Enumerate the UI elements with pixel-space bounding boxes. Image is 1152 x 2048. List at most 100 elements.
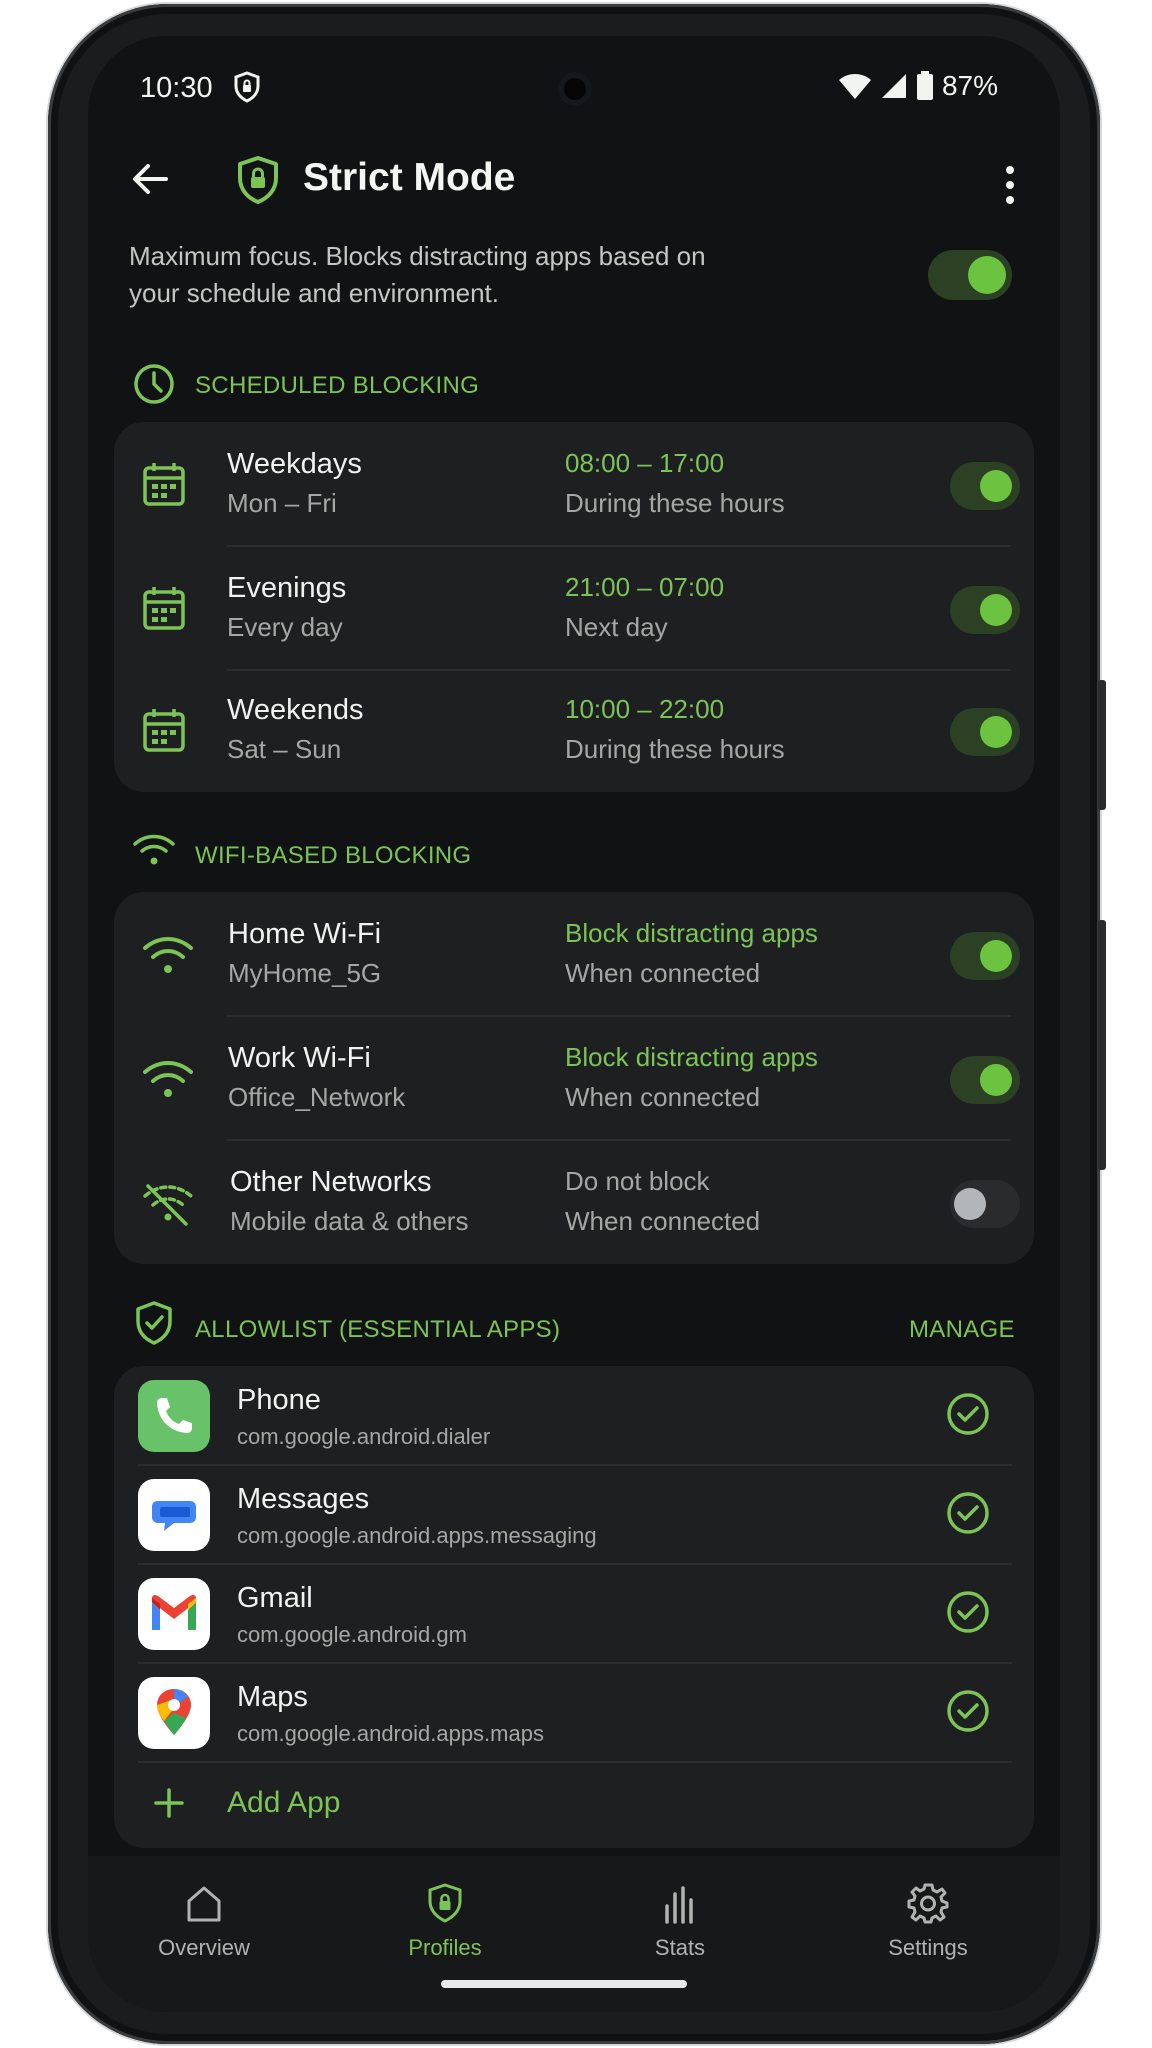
cell-signal-icon [881, 74, 906, 98]
check-circle-icon [947, 1690, 989, 1732]
wifi-icon [133, 834, 175, 865]
wifi-title: Home Wi-Fi [228, 918, 382, 950]
calendar-icon [143, 587, 185, 630]
wifi-toggle[interactable] [950, 932, 1020, 980]
shield-check-icon [136, 1301, 172, 1345]
wifi-signal-icon [838, 74, 871, 99]
app-row-maps[interactable]: Maps com.google.android.apps.maps [114, 1663, 1034, 1761]
nav-profiles[interactable]: Profiles [355, 1856, 535, 1961]
wifi-row-other[interactable]: Other Networks Mobile data & others Do n… [114, 1140, 1034, 1264]
app-row-phone[interactable]: Phone com.google.android.dialer [114, 1366, 1034, 1464]
screen: 10:30 87% Strict Mode Maximum focus. Blo… [88, 36, 1060, 2012]
wifi-ssid: MyHome_5G [228, 958, 382, 988]
schedule-days: Every day [227, 612, 343, 642]
shield-lock-icon [428, 1883, 462, 1923]
front-camera [558, 72, 592, 106]
app-package: com.google.android.apps.messaging [237, 1523, 597, 1548]
schedule-title: Weekdays [227, 448, 362, 480]
schedule-time: 08:00 – 17:00 [565, 448, 725, 478]
nav-label: Overview [158, 1935, 250, 1960]
app-package: com.google.android.apps.maps [237, 1721, 544, 1746]
home-indicator[interactable] [441, 1980, 687, 1988]
shield-lock-icon [238, 156, 278, 204]
messages-app-icon [138, 1479, 210, 1551]
bar-chart-icon [665, 1886, 693, 1924]
wifi-icon [143, 1061, 193, 1097]
schedule-row-evenings[interactable]: Evenings Every day 21:00 – 07:00 Next da… [114, 546, 1034, 670]
vpn-shield-icon [234, 71, 260, 103]
back-arrow-icon[interactable] [126, 154, 176, 204]
power-button [1098, 920, 1106, 1170]
nav-stats[interactable]: Stats [590, 1856, 770, 1961]
page-title: Strict Mode [303, 156, 516, 199]
mode-description: Maximum focus. Blocks distracting apps b… [129, 241, 706, 308]
schedule-days: Sat – Sun [227, 734, 342, 764]
schedule-note: During these hours [565, 488, 785, 518]
maps-app-icon [138, 1677, 210, 1749]
scheduled-heading: SCHEDULED BLOCKING [195, 372, 480, 399]
nav-label: Stats [654, 1935, 706, 1960]
wifi-toggle[interactable] [950, 1056, 1020, 1104]
wifi-action: Block distracting apps [565, 1042, 818, 1072]
app-name: Phone [237, 1384, 321, 1416]
add-app-button[interactable]: Add App [114, 1762, 1034, 1848]
app-name: Messages [237, 1483, 370, 1515]
bottom-navigation: Overview Profiles Stats Settings [88, 1856, 1060, 2012]
app-package: com.google.android.gm [237, 1622, 467, 1647]
nav-label: Profiles [408, 1935, 482, 1960]
schedule-row-weekends[interactable]: Weekends Sat – Sun 10:00 – 22:00 During … [114, 670, 1034, 792]
wifi-note: When connected [565, 1082, 761, 1112]
wifi-heading: WIFI-BASED BLOCKING [195, 842, 472, 869]
wifi-note: When connected [565, 958, 761, 988]
schedule-note: Next day [565, 612, 668, 642]
calendar-icon [143, 463, 185, 506]
schedule-time: 10:00 – 22:00 [565, 694, 725, 724]
wifi-action: Do not block [565, 1166, 710, 1196]
manage-button[interactable]: MANAGE [909, 1316, 1015, 1344]
status-icons: 87% [838, 70, 998, 102]
calendar-icon [143, 709, 185, 752]
wifi-row-work[interactable]: Work Wi-Fi Office_Network Block distract… [114, 1016, 1034, 1140]
home-icon [187, 1886, 221, 1922]
app-name: Gmail [237, 1582, 313, 1614]
schedule-time: 21:00 – 07:00 [565, 572, 725, 602]
schedule-days: Mon – Fri [227, 488, 337, 518]
clock-icon [134, 364, 174, 404]
nav-settings[interactable]: Settings [838, 1856, 1018, 1961]
app-name: Maps [237, 1681, 308, 1713]
nav-overview[interactable]: Overview [114, 1856, 294, 1961]
plus-icon [154, 1788, 184, 1818]
volume-button [1098, 680, 1106, 810]
schedule-toggle[interactable] [950, 462, 1020, 510]
gmail-app-icon [138, 1578, 210, 1650]
schedule-toggle[interactable] [950, 708, 1020, 756]
check-circle-icon [947, 1492, 989, 1534]
wifi-action: Block distracting apps [565, 918, 818, 948]
schedule-title: Weekends [227, 694, 364, 726]
wifi-toggle[interactable] [950, 1180, 1020, 1228]
add-app-label: Add App [227, 1786, 341, 1819]
wifi-title: Other Networks [230, 1166, 432, 1198]
app-row-messages[interactable]: Messages com.google.android.apps.messagi… [114, 1465, 1034, 1563]
wifi-off-icon [143, 1184, 193, 1226]
battery-icon [916, 71, 933, 100]
phone-app-icon [138, 1380, 210, 1452]
more-vert-icon[interactable] [1000, 162, 1020, 208]
schedule-title: Evenings [227, 572, 347, 604]
nav-label: Settings [888, 1935, 968, 1960]
wifi-title: Work Wi-Fi [228, 1042, 371, 1074]
wifi-icon [143, 937, 193, 973]
schedule-toggle[interactable] [950, 586, 1020, 634]
wifi-ssid: Office_Network [228, 1082, 406, 1112]
wifi-row-home[interactable]: Home Wi-Fi MyHome_5G Block distracting a… [114, 892, 1034, 1016]
master-toggle[interactable] [928, 250, 1012, 300]
wifi-ssid: Mobile data & others [230, 1206, 469, 1236]
app-row-gmail[interactable]: Gmail com.google.android.gm [114, 1564, 1034, 1662]
app-package: com.google.android.dialer [237, 1424, 491, 1449]
check-circle-icon [947, 1591, 989, 1633]
allowlist-heading: ALLOWLIST (ESSENTIAL APPS) [195, 1316, 561, 1343]
schedule-row-weekdays[interactable]: Weekdays Mon – Fri 08:00 – 17:00 During … [114, 422, 1034, 546]
scheduled-card: Weekdays Mon – Fri 08:00 – 17:00 During … [114, 422, 1034, 792]
wifi-card: Home Wi-Fi MyHome_5G Block distracting a… [114, 892, 1034, 1264]
check-circle-icon [947, 1393, 989, 1435]
